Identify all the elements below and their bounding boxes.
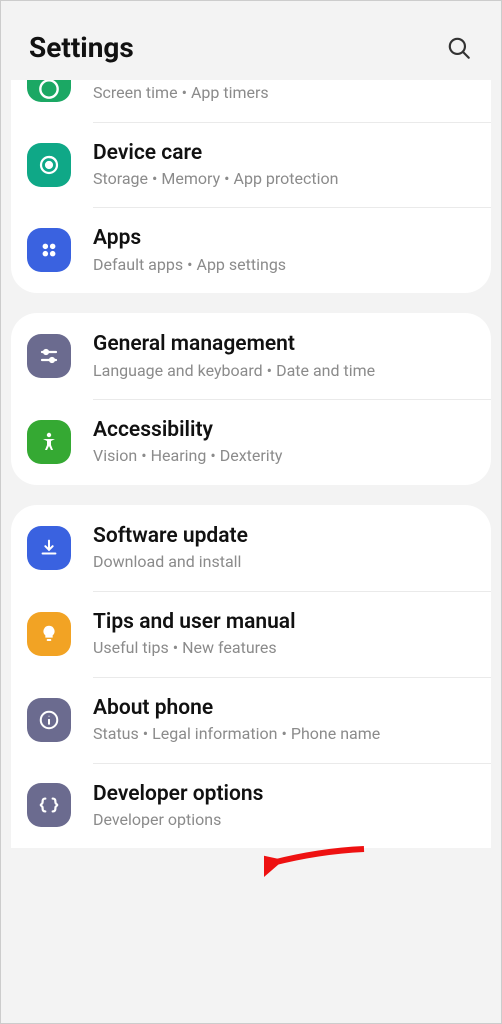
digital-wellbeing-icon: [27, 80, 71, 102]
software-update-icon: [27, 526, 71, 570]
accessibility-icon: [27, 420, 71, 464]
item-subtitle: Screen time•App timers: [93, 82, 473, 104]
about-phone-icon: [27, 698, 71, 742]
developer-options-icon: [27, 783, 71, 827]
settings-item-device-care[interactable]: Device care Storage•Memory•App protectio…: [11, 122, 491, 208]
settings-list[interactable]: Screen time•App timers Device care Stora…: [1, 80, 501, 1014]
item-text: About phone Status•Legal information•Pho…: [93, 695, 473, 745]
search-icon: [446, 35, 472, 61]
item-text: Software update Download and install: [93, 523, 473, 573]
item-title: Apps: [93, 225, 473, 251]
item-title: Developer options: [93, 781, 473, 807]
tips-icon: [27, 612, 71, 656]
settings-group: Software update Download and install Tip…: [11, 505, 491, 848]
item-subtitle: Storage•Memory•App protection: [93, 168, 473, 190]
settings-group: General management Language and keyboard…: [11, 313, 491, 485]
item-title: Tips and user manual: [93, 609, 473, 635]
item-subtitle: Status•Legal information•Phone name: [93, 723, 473, 745]
settings-item-software-update[interactable]: Software update Download and install: [11, 505, 491, 591]
general-management-icon: [27, 334, 71, 378]
device-care-icon: [27, 143, 71, 187]
settings-item-accessibility[interactable]: Accessibility Vision•Hearing•Dexterity: [11, 399, 491, 485]
item-text: General management Language and keyboard…: [93, 331, 473, 381]
item-text: Developer options Developer options: [93, 781, 473, 831]
item-subtitle: Download and install: [93, 551, 473, 573]
item-title: About phone: [93, 695, 473, 721]
item-title: Software update: [93, 523, 473, 549]
item-text: Tips and user manual Useful tips•New fea…: [93, 609, 473, 659]
item-subtitle: Default apps•App settings: [93, 254, 473, 276]
item-subtitle: Useful tips•New features: [93, 637, 473, 659]
settings-item-tips[interactable]: Tips and user manual Useful tips•New fea…: [11, 591, 491, 677]
apps-icon: [27, 228, 71, 272]
settings-group: Screen time•App timers Device care Stora…: [11, 80, 491, 293]
page-title: Settings: [29, 31, 134, 64]
item-subtitle: Developer options: [93, 809, 473, 831]
item-text: Accessibility Vision•Hearing•Dexterity: [93, 417, 473, 467]
item-text: Apps Default apps•App settings: [93, 225, 473, 275]
settings-item-about-phone[interactable]: About phone Status•Legal information•Pho…: [11, 677, 491, 763]
item-title: Accessibility: [93, 417, 473, 443]
item-text: Device care Storage•Memory•App protectio…: [93, 140, 473, 190]
item-text: Screen time•App timers: [93, 80, 473, 104]
search-button[interactable]: [445, 34, 473, 62]
settings-item-digital-wellbeing[interactable]: Screen time•App timers: [11, 80, 491, 122]
item-subtitle: Vision•Hearing•Dexterity: [93, 445, 473, 467]
item-subtitle: Language and keyboard•Date and time: [93, 360, 473, 382]
header: Settings: [1, 1, 501, 80]
item-title: General management: [93, 331, 473, 357]
settings-item-developer-options[interactable]: Developer options Developer options: [11, 763, 491, 849]
settings-item-apps[interactable]: Apps Default apps•App settings: [11, 207, 491, 293]
settings-item-general-management[interactable]: General management Language and keyboard…: [11, 313, 491, 399]
item-title: Device care: [93, 140, 473, 166]
